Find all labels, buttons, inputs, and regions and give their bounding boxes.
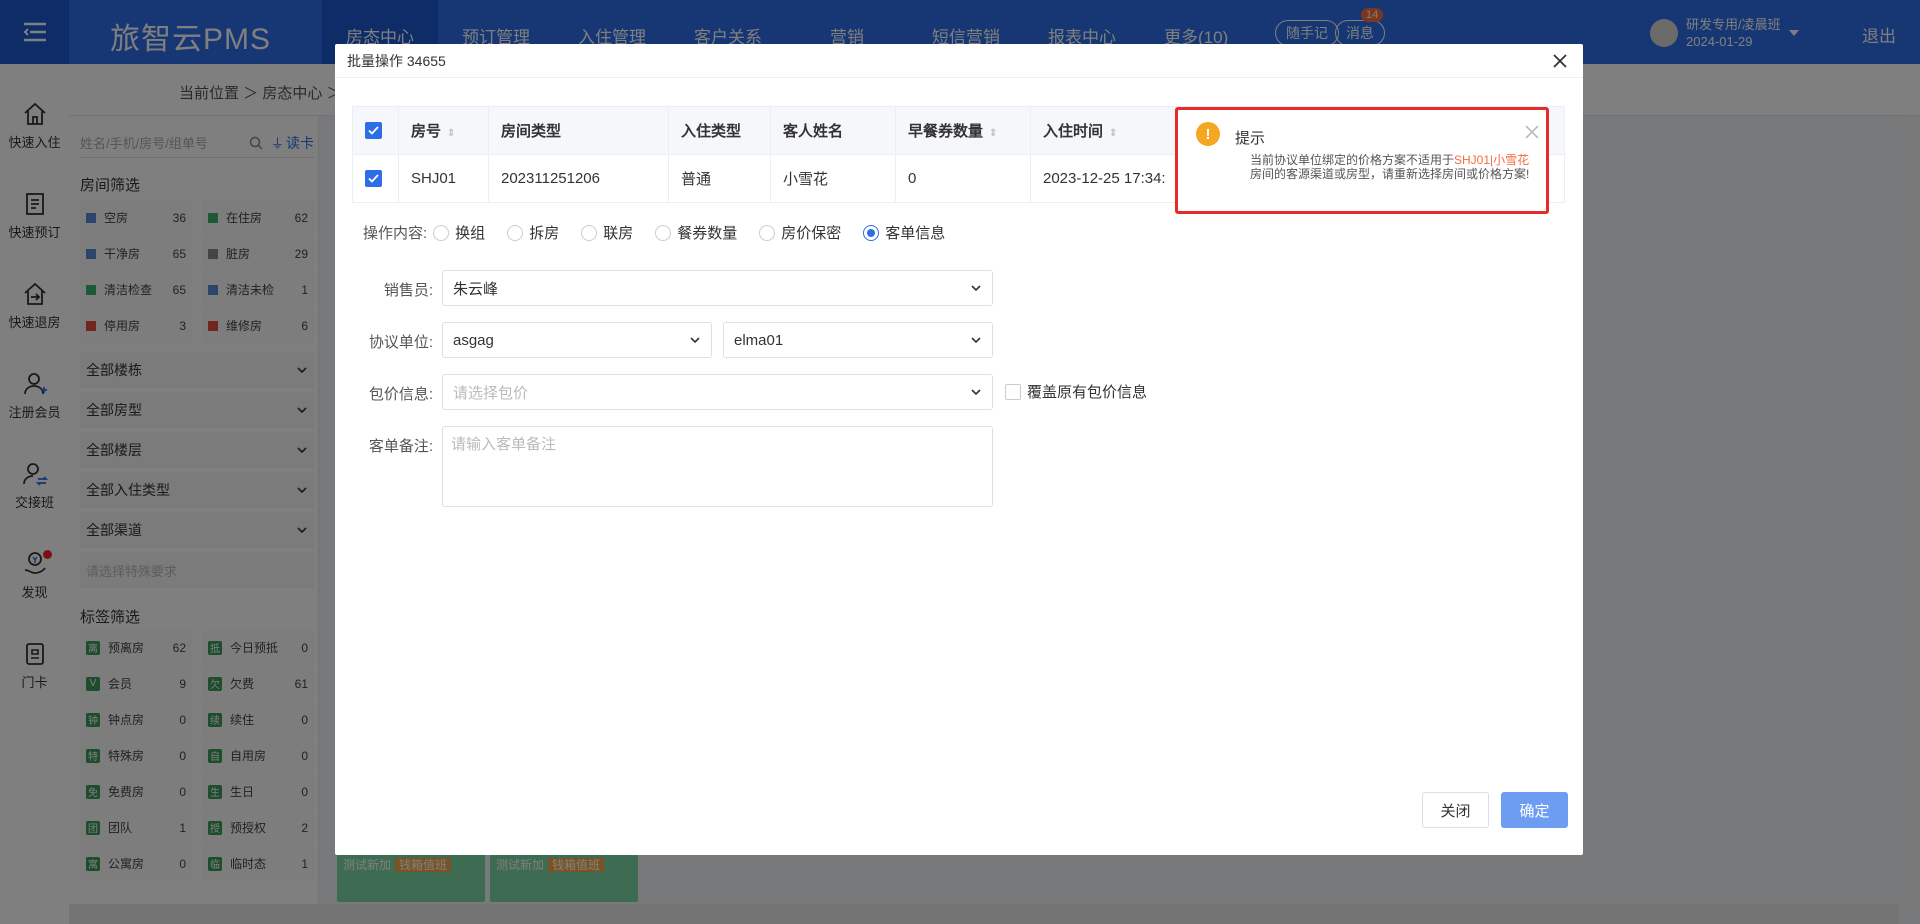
col-checkin-type: 入住类型 <box>668 106 771 155</box>
overwrite-package-checkbox[interactable]: 覆盖原有包价信息 <box>1005 381 1147 402</box>
chevron-down-icon <box>971 337 981 344</box>
notification-message: 当前协议单位绑定的价格方案不适用于SHJ01|小雪花房间的客源渠道或房型，请重新… <box>1250 153 1530 181</box>
package-label: 包价信息: <box>368 386 433 403</box>
operation-label: 操作内容: <box>363 225 428 242</box>
cell-room-type: 202311251206 <box>488 154 669 203</box>
sales-label: 销售员: <box>383 282 433 299</box>
sales-select[interactable]: 朱云峰 <box>442 270 993 306</box>
col-room-no[interactable]: 房号 ⇕ <box>398 106 489 155</box>
close-icon[interactable] <box>1549 50 1571 72</box>
agreement-select[interactable]: asgag <box>442 322 712 358</box>
chevron-down-icon <box>971 389 981 396</box>
select-all-checkbox[interactable] <box>352 106 399 155</box>
warning-icon: ! <box>1196 122 1220 146</box>
dialog-title: 批量操作 34655 <box>347 52 446 69</box>
col-guest-name: 客人姓名 <box>770 106 896 155</box>
col-room-type: 房间类型 <box>488 106 669 155</box>
cell-checkin-type: 普通 <box>668 154 771 203</box>
price-plan-select[interactable]: elma01 <box>723 322 993 358</box>
close-icon[interactable] <box>1523 123 1541 141</box>
notification-title: 提示 <box>1235 130 1266 147</box>
dialog-header: 批量操作 34655 <box>335 44 1583 78</box>
remark-textarea[interactable]: 请输入客单备注 <box>442 426 993 507</box>
radio-meal-voucher[interactable]: 餐券数量 <box>655 222 737 243</box>
chevron-down-icon <box>690 337 700 344</box>
row-checkbox[interactable] <box>352 154 399 203</box>
check-icon <box>368 174 379 184</box>
warning-notification: ! 提示 当前协议单位绑定的价格方案不适用于SHJ01|小雪花房间的客源渠道或房… <box>1175 107 1549 214</box>
confirm-button[interactable]: 确定 <box>1501 792 1568 828</box>
package-select[interactable]: 请选择包价 <box>442 374 993 410</box>
cell-guest-name: 小雪花 <box>770 154 896 203</box>
remark-label: 客单备注: <box>368 438 433 455</box>
agreement-label: 协议单位: <box>368 334 433 351</box>
radio-price-secret[interactable]: 房价保密 <box>759 222 841 243</box>
radio-split-room[interactable]: 拆房 <box>507 222 559 243</box>
sort-icon: ⇕ <box>1109 128 1118 139</box>
sort-icon: ⇕ <box>447 128 456 139</box>
operation-radio-group: 操作内容: 换组 拆房 联房 餐券数量 房价保密 客单信息 <box>363 222 967 243</box>
radio-change-group[interactable]: 换组 <box>433 222 485 243</box>
col-breakfast-count[interactable]: 早餐券数量 ⇕ <box>895 106 1031 155</box>
chevron-down-icon <box>971 285 981 292</box>
cell-room-no: SHJ01 <box>398 154 489 203</box>
cell-breakfast-count: 0 <box>895 154 1031 203</box>
sort-icon: ⇕ <box>989 128 998 139</box>
check-icon <box>368 126 379 136</box>
radio-join-room[interactable]: 联房 <box>581 222 633 243</box>
close-button[interactable]: 关闭 <box>1422 792 1489 828</box>
radio-guest-info[interactable]: 客单信息 <box>863 222 945 243</box>
